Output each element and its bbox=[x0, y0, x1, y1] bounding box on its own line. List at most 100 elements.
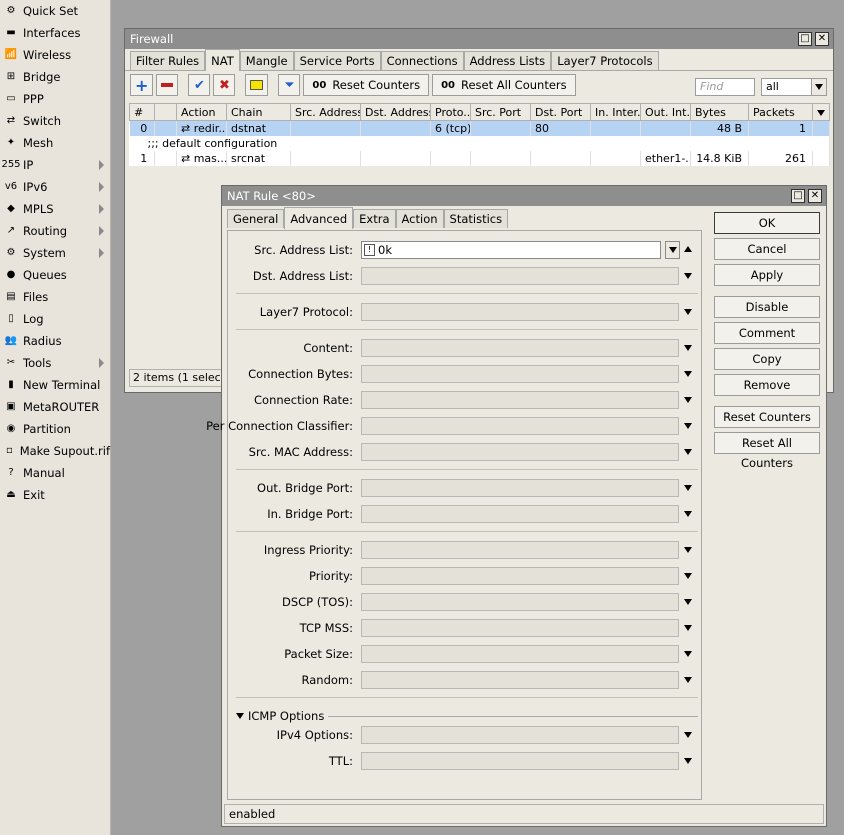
tab-service-ports[interactable]: Service Ports bbox=[293, 51, 381, 70]
pcc-input[interactable] bbox=[361, 417, 679, 435]
expand-down-icon[interactable] bbox=[684, 423, 692, 429]
sidebar-item-queues[interactable]: ● Queues bbox=[0, 264, 110, 286]
column-header[interactable]: Src. Address bbox=[290, 103, 361, 121]
ingress-priority-input[interactable] bbox=[361, 541, 679, 559]
tab-filter-rules[interactable]: Filter Rules bbox=[130, 51, 206, 70]
sidebar-item-exit[interactable]: ⏏ Exit bbox=[0, 484, 110, 506]
src-mac-input[interactable] bbox=[361, 443, 679, 461]
sidebar-item-mesh[interactable]: ✦ Mesh bbox=[0, 132, 110, 154]
tab-general[interactable]: General bbox=[227, 209, 285, 228]
disable-button[interactable]: Disable bbox=[714, 296, 820, 318]
dst-address-list-input[interactable] bbox=[361, 267, 679, 285]
negate-toggle-icon[interactable]: ! bbox=[364, 244, 375, 256]
expand-down-icon[interactable] bbox=[684, 625, 692, 631]
sidebar-item-wireless[interactable]: 📶 Wireless bbox=[0, 44, 110, 66]
src-address-list-input[interactable]: ! 0k bbox=[361, 241, 661, 259]
priority-input[interactable] bbox=[361, 567, 679, 585]
tab-nat[interactable]: NAT bbox=[205, 49, 240, 71]
close-icon[interactable]: ✕ bbox=[808, 189, 822, 203]
column-header[interactable]: Out. Int... bbox=[640, 103, 691, 121]
tab-connections[interactable]: Connections bbox=[380, 51, 464, 70]
column-header[interactable] bbox=[154, 103, 177, 121]
sidebar-item-manual[interactable]: ? Manual bbox=[0, 462, 110, 484]
sidebar-item-make-supout-rif[interactable]: ▫ Make Supout.rif bbox=[0, 440, 110, 462]
tab-mangle[interactable]: Mangle bbox=[239, 51, 294, 70]
tab-layer7-protocols[interactable]: Layer7 Protocols bbox=[551, 51, 659, 70]
disable-button[interactable]: ✖ bbox=[213, 74, 236, 96]
firewall-title-bar[interactable]: Firewall □ ✕ bbox=[125, 29, 833, 49]
sidebar-item-bridge[interactable]: ⊞ Bridge bbox=[0, 66, 110, 88]
column-header[interactable]: Bytes bbox=[690, 103, 749, 121]
collapse-up-icon[interactable] bbox=[684, 246, 692, 252]
comment-row[interactable]: ;;; default configuration bbox=[129, 135, 830, 151]
sidebar-item-ppp[interactable]: ▭ PPP bbox=[0, 88, 110, 110]
out-bridge-port-input[interactable] bbox=[361, 479, 679, 497]
sidebar-item-new-terminal[interactable]: ▮ New Terminal bbox=[0, 374, 110, 396]
ipv4-options-input[interactable] bbox=[361, 726, 679, 744]
table-row[interactable]: 1 ⇄ mas...srcnat ether1-...14.8 KiB261 bbox=[129, 150, 830, 166]
tab-extra[interactable]: Extra bbox=[353, 209, 396, 228]
reset-counters-button[interactable]: 00 Reset Counters bbox=[303, 74, 430, 96]
packet-size-input[interactable] bbox=[361, 645, 679, 663]
maximize-icon[interactable]: □ bbox=[791, 189, 805, 203]
find-input[interactable]: Find bbox=[695, 78, 755, 96]
in-bridge-port-input[interactable] bbox=[361, 505, 679, 523]
expand-down-icon[interactable] bbox=[684, 651, 692, 657]
remove-button[interactable]: Remove bbox=[714, 374, 820, 396]
sidebar-item-quick-set[interactable]: ⚙ Quick Set bbox=[0, 0, 110, 22]
content-input[interactable] bbox=[361, 339, 679, 357]
tab-statistics[interactable]: Statistics bbox=[443, 209, 509, 228]
reset-all-counters-button[interactable]: 00 Reset All Counters bbox=[432, 74, 576, 96]
dropdown-icon[interactable] bbox=[665, 241, 680, 259]
expand-down-icon[interactable] bbox=[684, 511, 692, 517]
ok-button[interactable]: OK bbox=[714, 212, 820, 234]
maximize-icon[interactable]: □ bbox=[798, 32, 812, 46]
cancel-button[interactable]: Cancel bbox=[714, 238, 820, 260]
column-header[interactable]: In. Inter... bbox=[590, 103, 641, 121]
filter-button[interactable]: ⏷ bbox=[278, 74, 301, 96]
expand-down-icon[interactable] bbox=[684, 677, 692, 683]
reset-counters-button[interactable]: Reset Counters bbox=[714, 406, 820, 428]
enable-button[interactable]: ✔ bbox=[188, 74, 211, 96]
table-row[interactable]: 0 ⇄ redir... dstnat 6 (tcp) 80 48 B1 bbox=[129, 120, 830, 136]
tcp-mss-input[interactable] bbox=[361, 619, 679, 637]
expand-down-icon[interactable] bbox=[684, 273, 692, 279]
expand-down-icon[interactable] bbox=[684, 449, 692, 455]
remove-button[interactable] bbox=[156, 74, 179, 96]
column-header[interactable]: Action bbox=[176, 103, 227, 121]
sidebar-item-mpls[interactable]: ◆ MPLS bbox=[0, 198, 110, 220]
dscp-input[interactable] bbox=[361, 593, 679, 611]
column-header[interactable]: # bbox=[129, 103, 155, 121]
tab-advanced[interactable]: Advanced bbox=[284, 207, 354, 229]
nat-rule-title-bar[interactable]: NAT Rule <80> □ ✕ bbox=[222, 186, 826, 206]
sidebar-item-log[interactable]: ▯ Log bbox=[0, 308, 110, 330]
collapse-icon[interactable] bbox=[236, 713, 244, 719]
expand-down-icon[interactable] bbox=[684, 485, 692, 491]
sidebar-item-tools[interactable]: ✂ Tools bbox=[0, 352, 110, 374]
filter-select[interactable]: all bbox=[761, 78, 827, 96]
expand-down-icon[interactable] bbox=[684, 573, 692, 579]
expand-down-icon[interactable] bbox=[684, 758, 692, 764]
expand-down-icon[interactable] bbox=[684, 599, 692, 605]
random-input[interactable] bbox=[361, 671, 679, 689]
expand-down-icon[interactable] bbox=[684, 345, 692, 351]
column-header[interactable]: Src. Port bbox=[470, 103, 531, 121]
layer7-input[interactable] bbox=[361, 303, 679, 321]
expand-down-icon[interactable] bbox=[684, 309, 692, 315]
column-chooser-icon[interactable] bbox=[812, 103, 830, 121]
column-header[interactable]: Dst. Address bbox=[360, 103, 431, 121]
apply-button[interactable]: Apply bbox=[714, 264, 820, 286]
sidebar-item-metarouter[interactable]: ▣ MetaROUTER bbox=[0, 396, 110, 418]
sidebar-item-interfaces[interactable]: ▬ Interfaces bbox=[0, 22, 110, 44]
sidebar-item-radius[interactable]: 👥 Radius bbox=[0, 330, 110, 352]
sidebar-item-ipv6[interactable]: v6 IPv6 bbox=[0, 176, 110, 198]
sidebar-item-partition[interactable]: ◉ Partition bbox=[0, 418, 110, 440]
connection-rate-input[interactable] bbox=[361, 391, 679, 409]
column-header[interactable]: Proto... bbox=[430, 103, 471, 121]
tab-action[interactable]: Action bbox=[395, 209, 444, 228]
column-header[interactable]: Packets bbox=[748, 103, 813, 121]
dropdown-icon[interactable] bbox=[811, 78, 827, 96]
expand-down-icon[interactable] bbox=[684, 732, 692, 738]
sidebar-item-routing[interactable]: ↗ Routing bbox=[0, 220, 110, 242]
tab-address-lists[interactable]: Address Lists bbox=[463, 51, 552, 70]
